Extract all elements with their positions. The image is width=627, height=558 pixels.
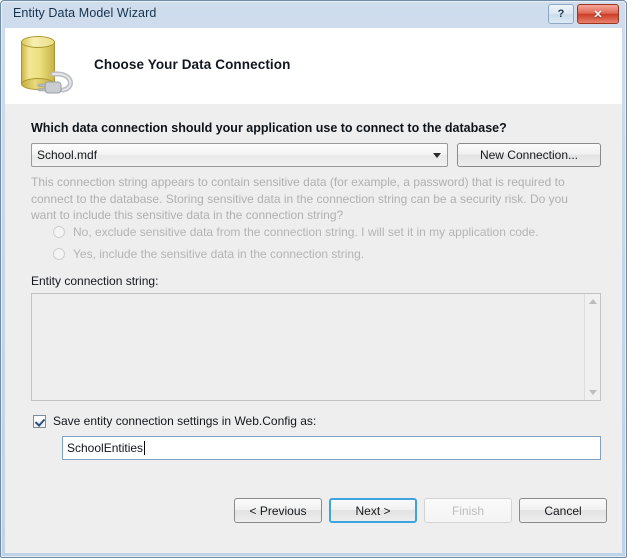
wizard-window: Entity Data Model Wizard ? ✕ Choose Your… [0,0,627,558]
radio-exclude-sensitive-data: No, exclude sensitive data from the conn… [53,225,539,239]
help-button[interactable]: ? [548,4,574,24]
plug-cable-icon [37,71,73,94]
connection-question-label: Which data connection should your applic… [31,121,507,135]
page-title: Choose Your Data Connection [94,57,291,72]
settings-name-input[interactable]: SchoolEntities [62,436,601,460]
database-with-plug-icon [17,34,83,98]
window-inner: Entity Data Model Wizard ? ✕ Choose Your… [5,1,622,553]
finish-button: Finish [424,498,512,523]
caption-button-group: ? ✕ [548,4,619,24]
radio-label: Yes, include the sensitive data in the c… [73,247,365,261]
scroll-down-arrow-icon[interactable] [589,390,597,395]
save-settings-label: Save entity connection settings in Web.C… [53,414,317,428]
scroll-up-arrow-icon[interactable] [589,299,597,304]
textarea-vertical-scrollbar[interactable] [584,294,600,400]
close-button[interactable]: ✕ [577,4,619,24]
chevron-down-icon [433,153,441,158]
sensitive-data-note: This connection string appears to contai… [31,175,568,222]
cancel-button[interactable]: Cancel [519,498,607,523]
settings-name-value: SchoolEntities [67,441,144,455]
save-settings-checkbox[interactable]: Save entity connection settings in Web.C… [33,414,316,428]
wizard-header: Choose Your Data Connection [5,28,622,105]
previous-button[interactable]: < Previous [234,498,322,523]
entity-connection-string-textarea[interactable] [31,293,601,401]
wizard-body: Which data connection should your applic… [5,104,622,553]
data-connection-value: School.mdf [37,148,98,162]
radio-label: No, exclude sensitive data from the conn… [73,225,539,239]
new-connection-button[interactable]: New Connection... [457,143,601,167]
radio-indicator [53,248,65,260]
entity-connection-string-label: Entity connection string: [31,274,159,288]
data-connection-combobox[interactable]: School.mdf [31,143,448,167]
radio-include-sensitive-data: Yes, include the sensitive data in the c… [53,247,364,261]
radio-indicator [53,226,65,238]
next-button[interactable]: Next > [329,498,417,523]
title-bar[interactable]: Entity Data Model Wizard ? ✕ [5,1,622,28]
text-caret [144,441,146,455]
checkbox-indicator[interactable] [33,414,46,428]
window-title: Entity Data Model Wizard [13,6,157,20]
